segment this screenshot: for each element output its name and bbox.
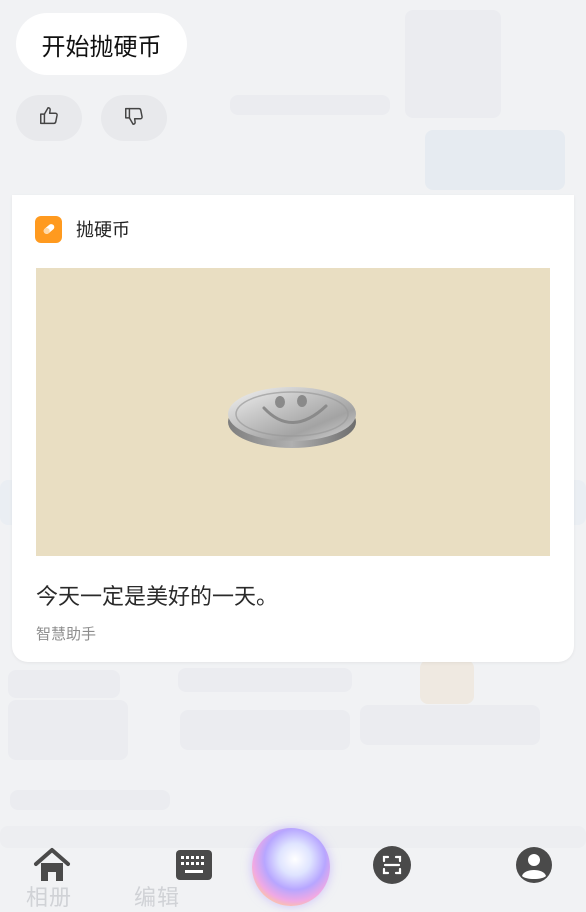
home-button[interactable] bbox=[30, 846, 74, 888]
voice-assistant-button[interactable] bbox=[252, 828, 330, 906]
coin-animation-panel[interactable] bbox=[36, 268, 550, 556]
scan-icon bbox=[372, 845, 412, 889]
dislike-button[interactable] bbox=[101, 95, 167, 141]
coin-app-icon bbox=[35, 215, 62, 243]
profile-icon bbox=[515, 846, 553, 888]
coin-toss-card[interactable]: 抛硬币 今天一定是美好的一天。 智慧助手 bbox=[12, 195, 574, 662]
profile-button[interactable] bbox=[512, 846, 556, 888]
thumbs-up-icon bbox=[38, 105, 60, 131]
thumbs-down-icon bbox=[123, 105, 145, 131]
smiley-coin-icon bbox=[228, 387, 356, 448]
keyboard-icon bbox=[175, 849, 213, 885]
coin-result-message: 今天一定是美好的一天。 bbox=[36, 585, 279, 610]
like-button[interactable] bbox=[16, 95, 82, 141]
user-query-bubble: 开始抛硬币 bbox=[16, 13, 187, 75]
keyboard-button[interactable] bbox=[173, 848, 215, 886]
home-icon bbox=[32, 846, 72, 888]
card-header: 抛硬币 bbox=[35, 214, 130, 244]
card-source-label: 智慧助手 bbox=[36, 625, 97, 643]
card-app-name: 抛硬币 bbox=[76, 220, 130, 241]
scan-button[interactable] bbox=[370, 845, 414, 889]
user-query-text: 开始抛硬币 bbox=[41, 32, 162, 61]
